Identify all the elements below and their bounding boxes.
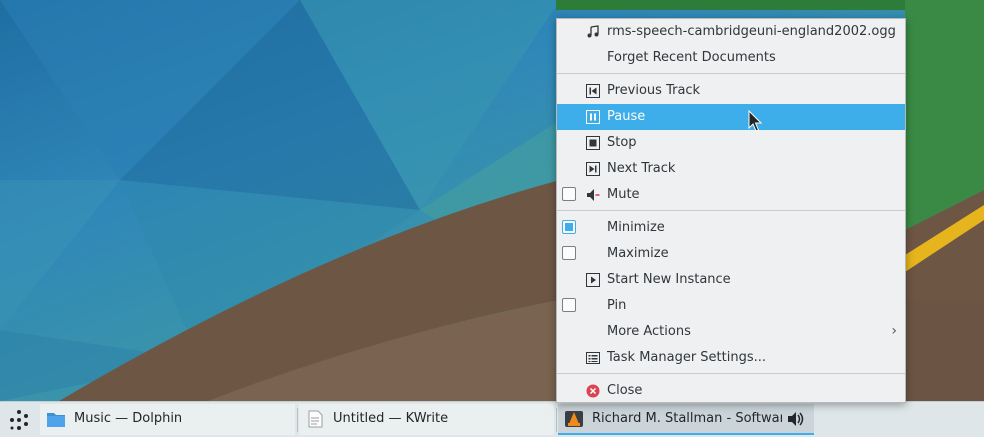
menu-item-previous-track[interactable]: Previous Track — [557, 78, 905, 104]
settings-list-icon — [586, 352, 600, 364]
task-separator — [556, 408, 557, 432]
menu-item-pause[interactable]: Pause — [557, 104, 905, 130]
task-label: Richard M. Stallman - Softwar... — [592, 411, 782, 426]
minimize-checkbox[interactable] — [562, 220, 576, 234]
task-dolphin[interactable]: Music — Dolphin — [40, 404, 295, 435]
menu-item-label: Minimize — [607, 220, 665, 235]
menu-separator — [557, 73, 905, 74]
menu-item-pin[interactable]: Pin — [557, 293, 905, 319]
menu-item-label: Maximize — [607, 246, 669, 261]
menu-item-start-new-instance[interactable]: Start New Instance — [557, 267, 905, 293]
vlc-icon — [565, 410, 583, 427]
previous-track-icon — [586, 84, 600, 98]
menu-item-label: Close — [607, 383, 643, 398]
menu-item-mute[interactable]: Mute — [557, 182, 905, 208]
menu-item-label: Previous Track — [607, 83, 701, 98]
new-instance-icon — [586, 273, 600, 287]
menu-separator — [557, 210, 905, 211]
menu-item-minimize[interactable]: Minimize — [557, 215, 905, 241]
task-kwrite[interactable]: Untitled — KWrite — [299, 404, 554, 435]
menu-item-label: Start New Instance — [607, 272, 731, 287]
menu-item-close[interactable]: Close — [557, 378, 905, 404]
menu-item-label: More Actions — [607, 324, 691, 339]
menu-item-label: Pause — [607, 109, 646, 124]
menu-item-next-track[interactable]: Next Track — [557, 156, 905, 182]
mute-checkbox[interactable] — [562, 187, 576, 201]
speaker-icon[interactable] — [786, 410, 804, 428]
taskbar: Music — Dolphin Untitled — KWrite Richar… — [0, 401, 984, 437]
task-label: Untitled — KWrite — [333, 411, 449, 426]
pause-icon — [586, 110, 600, 124]
launcher-icon — [10, 410, 28, 430]
mute-icon — [587, 189, 600, 201]
menu-item-label: Stop — [607, 135, 637, 150]
next-track-icon — [586, 162, 600, 176]
application-launcher[interactable] — [4, 406, 34, 434]
task-separator — [297, 408, 298, 432]
maximize-checkbox[interactable] — [562, 246, 576, 260]
task-vlc[interactable]: Richard M. Stallman - Softwar... — [558, 404, 814, 435]
text-document-icon — [308, 410, 323, 427]
menu-item-forget-recent[interactable]: Forget Recent Documents — [557, 45, 905, 71]
menu-item-task-manager-settings[interactable]: Task Manager Settings... — [557, 345, 905, 371]
task-context-menu: rms-speech-cambridgeuni-england2002.ogg … — [556, 18, 906, 403]
menu-item-label: Next Track — [607, 161, 676, 176]
menu-item-label: Task Manager Settings... — [607, 350, 767, 365]
pin-checkbox[interactable] — [562, 298, 576, 312]
menu-item-stop[interactable]: Stop — [557, 130, 905, 156]
menu-item-label: Mute — [607, 187, 640, 202]
menu-item-maximize[interactable]: Maximize — [557, 241, 905, 267]
menu-separator — [557, 373, 905, 374]
menu-item-recent-document[interactable]: rms-speech-cambridgeuni-england2002.ogg — [557, 19, 905, 45]
menu-item-label: Pin — [607, 298, 627, 313]
close-icon — [586, 384, 600, 398]
stop-icon — [586, 136, 600, 150]
music-note-icon — [587, 25, 599, 38]
chevron-right-icon: › — [891, 323, 897, 339]
mouse-pointer-icon — [748, 110, 762, 132]
menu-item-more-actions[interactable]: More Actions › — [557, 319, 905, 345]
task-label: Music — Dolphin — [74, 411, 183, 426]
menu-item-label: rms-speech-cambridgeuni-england2002.ogg — [607, 24, 896, 39]
folder-icon — [47, 412, 65, 427]
menu-item-label: Forget Recent Documents — [607, 50, 776, 65]
